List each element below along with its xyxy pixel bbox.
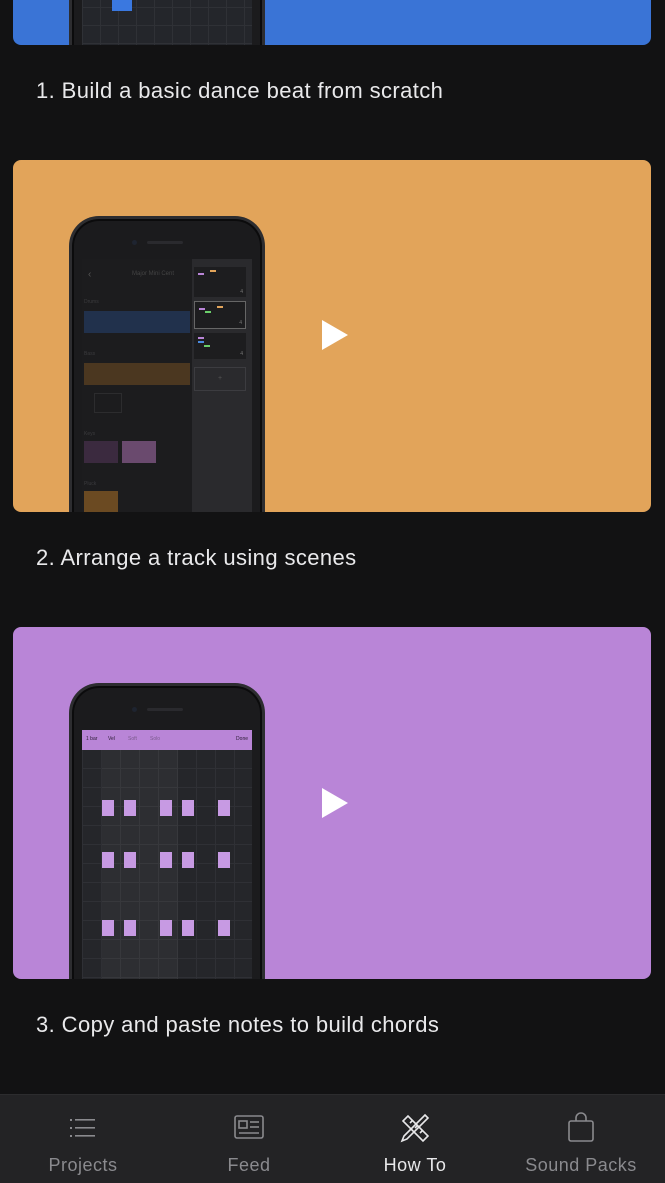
note [102,852,114,868]
tutorial-video-3[interactable]: 1 bar Vel Soft Solo Done [13,627,651,979]
camera-dot [132,707,137,712]
project-title: Major Mini Cent [132,271,175,277]
back-chevron-icon: ‹ [88,269,92,280]
tab-label: Sound Packs [525,1155,637,1175]
note [218,800,230,816]
tutorial-title-3[interactable]: 3. Copy and paste notes to build chords [36,1012,439,1038]
track-label: Keys [84,431,96,437]
note [160,800,172,816]
scene-tile: 4 [194,267,246,297]
pencil-ruler-icon [400,1113,430,1143]
note [124,800,136,816]
tab-projects[interactable]: Projects [0,1095,166,1183]
tab-sound-packs[interactable]: Sound Packs [498,1095,664,1183]
tab-how-to[interactable]: How To [332,1095,498,1183]
clip-row [84,311,190,333]
note [160,852,172,868]
note [182,800,194,816]
tab-label: Feed [227,1155,271,1175]
phone-screen: ‹ Major Mini Cent Drums Bass Keys Pluck … [82,259,252,512]
clip [84,491,118,512]
play-icon[interactable] [322,320,348,350]
note [182,852,194,868]
step-pad [112,0,132,11]
phone-mockup: 1 bar Vel Soft Solo Done [69,683,265,979]
bottom-tab-bar: Projects Feed How To Sound Packs [0,1094,665,1183]
tab-feed[interactable]: Feed [166,1095,332,1183]
play-icon[interactable] [322,788,348,818]
note [102,800,114,816]
tab-label: How To [383,1155,447,1175]
news-icon [234,1115,264,1139]
track-label: Drums [84,299,99,305]
tutorial-title-2[interactable]: 2. Arrange a track using scenes [36,545,357,571]
note [124,920,136,936]
list-icon [70,1119,95,1137]
phone-mockup [69,0,265,45]
speaker-notch [147,241,183,244]
clip-row [84,363,190,385]
bag-icon [568,1112,594,1142]
tutorial-title-1[interactable]: 1. Build a basic dance beat from scratch [36,78,443,104]
tab-label: Projects [48,1155,118,1175]
scene-tile: 4 [194,333,246,359]
tutorial-video-1[interactable] [13,0,651,45]
track-label: Pluck [84,481,97,487]
track-label: Bass [84,351,96,357]
clip [84,441,118,463]
note [124,852,136,868]
editor-toolbar: 1 bar Vel Soft Solo Done [82,730,252,750]
empty-slot [94,393,122,413]
scenes-panel: 4 4 4 + [192,259,252,512]
scene-tile-selected: 4 [194,301,246,329]
phone-screen: 1 bar Vel Soft Solo Done [82,730,252,979]
note [102,920,114,936]
note [160,920,172,936]
clip [122,441,156,463]
tutorial-video-2[interactable]: ‹ Major Mini Cent Drums Bass Keys Pluck … [13,160,651,512]
speaker-notch [147,708,183,711]
phone-mockup: ‹ Major Mini Cent Drums Bass Keys Pluck … [69,216,265,512]
note [218,852,230,868]
phone-screen [82,0,252,45]
camera-dot [132,240,137,245]
add-scene-button: + [194,367,246,391]
note [182,920,194,936]
note [218,920,230,936]
